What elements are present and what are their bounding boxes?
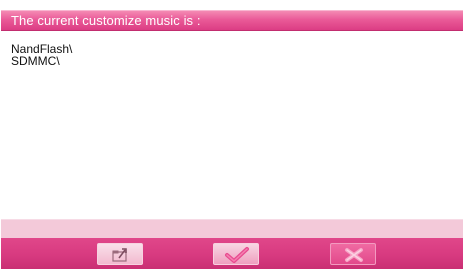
cancel-icon xyxy=(345,248,363,262)
checkmark-icon xyxy=(225,247,249,263)
music-dialog: The current customize music is : NandFla… xyxy=(0,0,465,269)
confirm-button[interactable] xyxy=(213,243,259,265)
upload-button[interactable] xyxy=(97,243,143,265)
path-list-area: NandFlash\ SDMMC\ xyxy=(1,32,463,219)
path-item-sdmmc[interactable]: SDMMC\ xyxy=(11,55,72,67)
title-bar: The current customize music is : xyxy=(1,10,463,31)
cancel-button[interactable] xyxy=(330,243,376,265)
bottom-toolbar xyxy=(1,238,463,269)
status-strip xyxy=(1,219,463,238)
path-list: NandFlash\ SDMMC\ xyxy=(11,43,72,67)
dialog-title: The current customize music is : xyxy=(11,13,201,28)
folder-upload-icon xyxy=(112,248,127,262)
